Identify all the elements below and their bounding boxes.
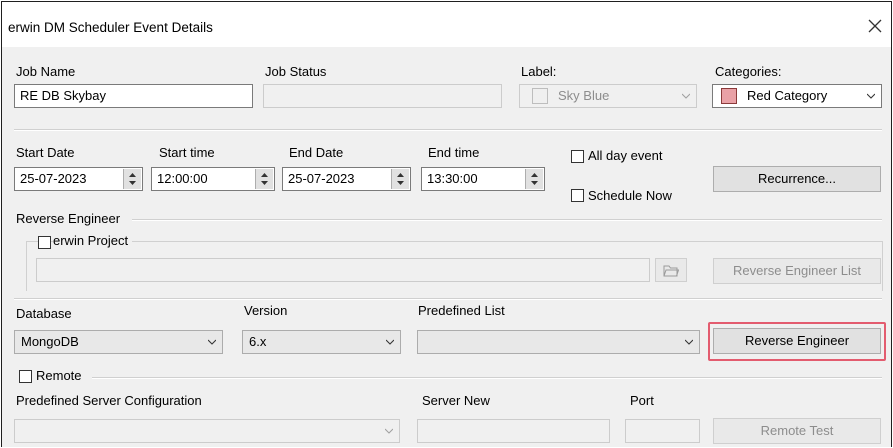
start-time-label: Start time xyxy=(159,145,215,160)
close-icon[interactable] xyxy=(863,14,887,38)
reverse-engineer-section-label: Reverse Engineer xyxy=(16,211,127,226)
predefined-server-configuration-dropdown[interactable] xyxy=(14,419,400,443)
schedule-now-checkbox[interactable] xyxy=(571,189,584,202)
end-date-picker[interactable]: 25-07-2023 xyxy=(282,167,411,191)
divider xyxy=(132,219,882,221)
reverse-engineer-list-button[interactable]: Reverse Engineer List xyxy=(713,258,881,284)
window-title: erwin DM Scheduler Event Details xyxy=(8,20,213,35)
database-value: MongoDB xyxy=(21,334,79,349)
start-date-value: 25-07-2023 xyxy=(20,171,87,186)
server-new-field xyxy=(417,419,610,443)
version-value: 6.x xyxy=(249,334,267,349)
end-time-value: 13:30:00 xyxy=(427,171,478,186)
spinner-icon[interactable] xyxy=(123,169,141,189)
spinner-icon[interactable] xyxy=(391,169,409,189)
chevron-down-icon xyxy=(386,339,394,345)
erwin-project-label: erwin Project xyxy=(53,233,133,248)
version-label: Version xyxy=(244,303,288,318)
job-status-label: Job Status xyxy=(265,64,327,79)
start-date-label: Start Date xyxy=(16,145,75,160)
divider xyxy=(92,377,882,379)
label-label: Label: xyxy=(521,64,557,79)
port-field xyxy=(625,419,700,443)
reverse-engineer-button[interactable]: Reverse Engineer xyxy=(713,328,881,354)
folder-icon xyxy=(663,265,680,277)
remote-checkbox[interactable] xyxy=(19,370,32,383)
spinner-icon[interactable] xyxy=(525,169,543,189)
predefined-server-configuration-label: Predefined Server Configuration xyxy=(16,393,202,408)
categories-label: Categories: xyxy=(715,64,782,79)
job-name-input[interactable]: RE DB Skybay xyxy=(14,84,253,108)
start-date-picker[interactable]: 25-07-2023 xyxy=(14,167,143,191)
chevron-down-icon xyxy=(682,93,690,99)
chevron-down-icon xyxy=(685,339,693,345)
port-label: Port xyxy=(630,393,654,408)
schedule-now-label: Schedule Now xyxy=(588,188,672,203)
category-color-swatch xyxy=(721,88,737,104)
chevron-down-icon xyxy=(867,93,875,99)
all-day-event-checkbox[interactable] xyxy=(571,150,584,163)
divider xyxy=(14,298,882,300)
predefined-list-label: Predefined List xyxy=(418,303,505,318)
end-date-label: End Date xyxy=(289,145,344,160)
chevron-down-icon xyxy=(385,428,393,434)
version-dropdown[interactable]: 6.x xyxy=(242,330,401,354)
predefined-list-dropdown[interactable] xyxy=(417,330,700,354)
scheduler-event-details-window: erwin DM Scheduler Event Details Job Nam… xyxy=(1,1,892,447)
remote-label: Remote xyxy=(36,368,88,383)
title-bar: erwin DM Scheduler Event Details xyxy=(2,2,891,47)
erwin-project-checkbox[interactable] xyxy=(38,236,51,249)
end-time-label: End time xyxy=(428,145,480,160)
all-day-event-label: All day event xyxy=(588,148,663,163)
start-time-value: 12:00:00 xyxy=(157,171,208,186)
categories-value: Red Category xyxy=(747,88,828,103)
browse-folder-button[interactable] xyxy=(655,258,687,282)
job-name-label: Job Name xyxy=(16,64,76,79)
spinner-icon[interactable] xyxy=(255,169,273,189)
label-color-swatch xyxy=(532,88,548,104)
database-label: Database xyxy=(16,306,72,321)
end-date-value: 25-07-2023 xyxy=(288,171,355,186)
server-new-label: Server New xyxy=(422,393,490,408)
divider xyxy=(14,129,882,131)
erwin-project-path-field xyxy=(36,258,650,282)
database-dropdown[interactable]: MongoDB xyxy=(14,330,223,354)
start-time-picker[interactable]: 12:00:00 xyxy=(151,167,275,191)
remote-test-button[interactable]: Remote Test xyxy=(713,418,881,444)
categories-dropdown[interactable]: Red Category xyxy=(712,84,882,108)
label-value: Sky Blue xyxy=(558,88,610,103)
recurrence-button[interactable]: Recurrence... xyxy=(713,166,881,192)
end-time-picker[interactable]: 13:30:00 xyxy=(421,167,545,191)
chevron-down-icon xyxy=(208,339,216,345)
label-dropdown[interactable]: Sky Blue xyxy=(519,84,697,108)
job-status-field xyxy=(263,84,502,108)
